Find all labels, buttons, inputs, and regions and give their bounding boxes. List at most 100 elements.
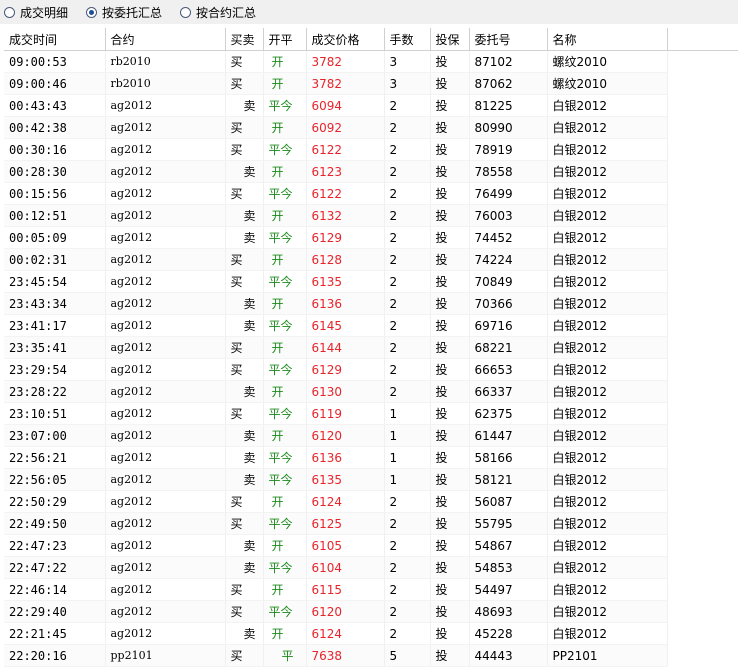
table-row[interactable]: 23:43:34 ag2012 卖开 6136 2 投 70366 白银2012: [4, 292, 668, 315]
table-row[interactable]: 00:15:56 ag2012 买平今 6122 2 投 76499 白银2012: [4, 182, 668, 205]
table-row[interactable]: 00:02:31 ag2012 买开 6128 2 投 74224 白银2012: [4, 248, 668, 271]
column-header-contract[interactable]: 合约: [105, 28, 226, 51]
table-row[interactable]: 23:28:22 ag2012 卖开 6130 2 投 66337 白银2012: [4, 380, 668, 403]
radio-by-contract-summary[interactable]: 按合约汇总: [180, 4, 256, 21]
table-row[interactable]: 23:07:00 ag2012 卖开 6120 1 投 61447 白银2012: [4, 424, 668, 447]
time-cell: 23:07:00: [4, 424, 106, 447]
column-header-open-close[interactable]: 开平: [263, 28, 307, 51]
column-header-order-no[interactable]: 委托号: [469, 28, 548, 51]
table-row[interactable]: 00:05:09 ag2012 卖平今 6129 2 投 74452 白银2012: [4, 226, 668, 249]
quantity-cell: 3: [384, 50, 431, 73]
buy-sell-cell: 卖: [225, 226, 264, 249]
contract-cell: ag2012: [105, 446, 226, 469]
column-header-price[interactable]: 成交价格: [306, 28, 385, 51]
name-cell: 白银2012: [547, 94, 668, 117]
table-row[interactable]: 23:29:54 ag2012 买平今 6129 2 投 66653 白银2012: [4, 358, 668, 381]
name-cell: 白银2012: [547, 248, 668, 271]
time-cell: 00:28:30: [4, 160, 106, 183]
radio-trade-detail[interactable]: 成交明细: [4, 4, 68, 21]
table-row[interactable]: 22:21:45 ag2012 卖开 6124 2 投 45228 白银2012: [4, 622, 668, 645]
radio-circle-icon[interactable]: [86, 6, 98, 18]
price-cell: 6132: [306, 204, 385, 227]
table-row[interactable]: 22:56:21 ag2012 卖平今 6136 1 投 58166 白银2012: [4, 446, 668, 469]
table-row[interactable]: 23:35:41 ag2012 买开 6144 2 投 68221 白银2012: [4, 336, 668, 359]
table-body: 09:00:53 rb2010 买开 3782 3 投 87102 螺纹2010 09:00:4…: [4, 50, 668, 667]
table-row[interactable]: 23:10:51 ag2012 买平今 6119 1 投 62375 白银2012: [4, 402, 668, 425]
contract-cell: ag2012: [105, 116, 226, 139]
buy-sell-cell: 买: [225, 600, 264, 623]
table-row[interactable]: 00:30:16 ag2012 买平今 6122 2 投 78919 白银2012: [4, 138, 668, 161]
table-row[interactable]: 00:42:38 ag2012 买开 6092 2 投 80990 白银2012: [4, 116, 668, 139]
column-header-buy-sell[interactable]: 买卖: [225, 28, 264, 51]
order-no-cell: 70849: [469, 270, 548, 293]
radio-by-order-summary[interactable]: 按委托汇总: [86, 4, 162, 21]
table-row[interactable]: 00:28:30 ag2012 卖开 6123 2 投 78558 白银2012: [4, 160, 668, 183]
price-cell: 6115: [306, 578, 385, 601]
open-close-cell: 开: [263, 490, 307, 513]
table-row[interactable]: 23:41:17 ag2012 卖平今 6145 2 投 69716 白银2012: [4, 314, 668, 337]
price-cell: 6120: [306, 600, 385, 623]
price-cell: 3782: [306, 50, 385, 73]
table-row[interactable]: 22:49:50 ag2012 买平今 6125 2 投 55795 白银2012: [4, 512, 668, 535]
time-cell: 22:46:14: [4, 578, 106, 601]
open-close-cell: 开: [263, 116, 307, 139]
time-cell: 00:42:38: [4, 116, 106, 139]
table-row[interactable]: 09:00:46 rb2010 买开 3782 3 投 87062 螺纹2010: [4, 72, 668, 95]
radio-circle-icon[interactable]: [180, 6, 192, 18]
hedge-cell: 投: [430, 270, 470, 293]
time-cell: 00:43:43: [4, 94, 106, 117]
quantity-cell: 2: [384, 116, 431, 139]
buy-sell-cell: 买: [225, 644, 264, 667]
quantity-cell: 2: [384, 292, 431, 315]
open-close-cell: 平今: [263, 226, 307, 249]
radio-circle-icon[interactable]: [4, 6, 15, 18]
contract-cell: rb2010: [105, 72, 226, 95]
order-no-cell: 54853: [469, 556, 548, 579]
name-cell: 白银2012: [547, 226, 668, 249]
table-row[interactable]: 22:20:16 pp2101 买平 7638 5 投 44443 PP2101: [4, 644, 668, 667]
column-header-quantity[interactable]: 手数: [384, 28, 431, 51]
hedge-cell: 投: [430, 512, 470, 535]
column-header-name[interactable]: 名称: [547, 28, 668, 51]
time-cell: 22:29:40: [4, 600, 106, 623]
contract-cell: ag2012: [105, 138, 226, 161]
table-row[interactable]: 22:29:40 ag2012 买平今 6120 2 投 48693 白银2012: [4, 600, 668, 623]
time-cell: 23:43:34: [4, 292, 106, 315]
column-header-hedge[interactable]: 投保: [430, 28, 470, 51]
order-no-cell: 45228: [469, 622, 548, 645]
time-cell: 22:49:50: [4, 512, 106, 535]
buy-sell-cell: 卖: [225, 204, 264, 227]
name-cell: 白银2012: [547, 578, 668, 601]
open-close-cell: 平今: [263, 314, 307, 337]
time-cell: 22:20:16: [4, 644, 106, 667]
table-row[interactable]: 22:50:29 ag2012 买开 6124 2 投 56087 白银2012: [4, 490, 668, 513]
table-row[interactable]: 22:46:14 ag2012 买开 6115 2 投 54497 白银2012: [4, 578, 668, 601]
buy-sell-cell: 买: [225, 72, 264, 95]
hedge-cell: 投: [430, 644, 470, 667]
column-header-time[interactable]: 成交时间: [4, 28, 106, 51]
table-row[interactable]: 00:12:51 ag2012 卖开 6132 2 投 76003 白银2012: [4, 204, 668, 227]
time-cell: 00:05:09: [4, 226, 106, 249]
contract-cell: ag2012: [105, 600, 226, 623]
time-cell: 00:02:31: [4, 248, 106, 271]
open-close-cell: 开: [263, 292, 307, 315]
contract-cell: ag2012: [105, 556, 226, 579]
hedge-cell: 投: [430, 314, 470, 337]
table-row[interactable]: 22:47:23 ag2012 卖开 6105 2 投 54867 白银2012: [4, 534, 668, 557]
name-cell: 白银2012: [547, 512, 668, 535]
quantity-cell: 2: [384, 336, 431, 359]
table-row[interactable]: 23:45:54 ag2012 买平今 6135 2 投 70849 白银2012: [4, 270, 668, 293]
quantity-cell: 1: [384, 468, 431, 491]
table-row[interactable]: 22:47:22 ag2012 卖平今 6104 2 投 54853 白银2012: [4, 556, 668, 579]
order-no-cell: 87062: [469, 72, 548, 95]
name-cell: 白银2012: [547, 204, 668, 227]
buy-sell-cell: 买: [225, 402, 264, 425]
table-row[interactable]: 22:56:05 ag2012 卖平今 6135 1 投 58121 白银2012: [4, 468, 668, 491]
quantity-cell: 2: [384, 600, 431, 623]
table-row[interactable]: 09:00:53 rb2010 买开 3782 3 投 87102 螺纹2010: [4, 50, 668, 73]
table-row[interactable]: 00:43:43 ag2012 卖平今 6094 2 投 81225 白银2012: [4, 94, 668, 117]
price-cell: 6145: [306, 314, 385, 337]
order-no-cell: 68221: [469, 336, 548, 359]
price-cell: 6136: [306, 292, 385, 315]
order-no-cell: 87102: [469, 50, 548, 73]
